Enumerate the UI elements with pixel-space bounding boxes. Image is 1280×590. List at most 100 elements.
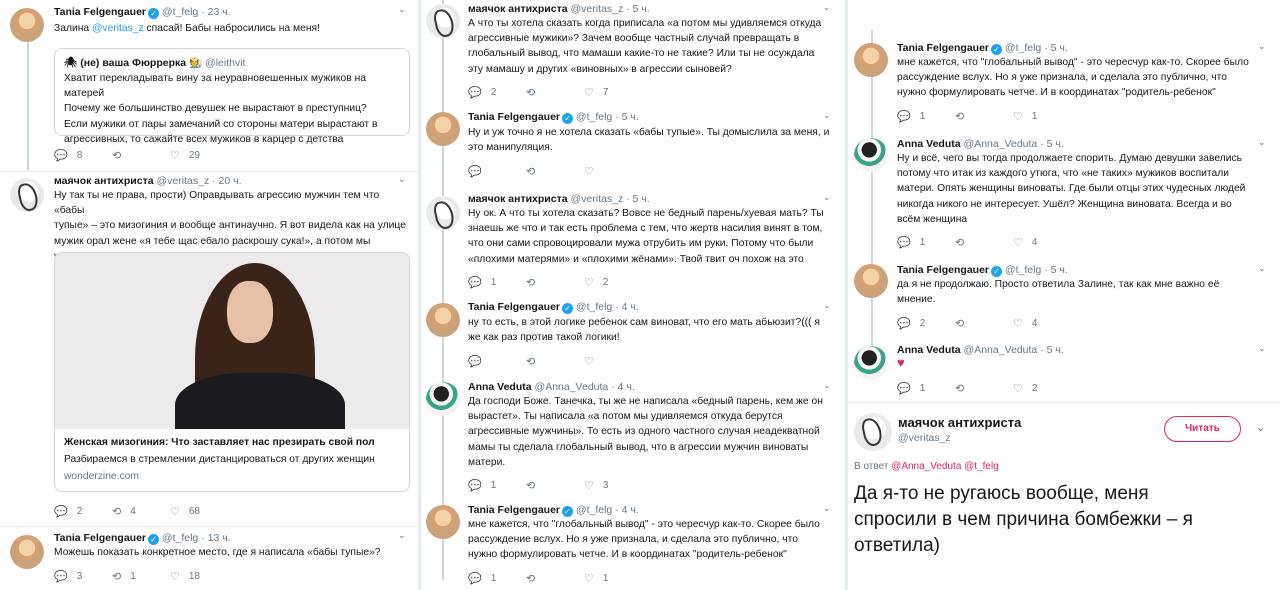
tweet[interactable]: Anna Veduta @Anna_Veduta · 5 ч. ⌄ Ну и в… [848, 130, 1280, 256]
author-name[interactable]: Tania Felgengauer [468, 111, 560, 123]
quoted-tweet[interactable]: 🕷 (не) ваша Фюррерка 🧑‍🌾 @leithvit Хвати… [54, 48, 410, 145]
avatar[interactable] [854, 413, 892, 451]
timestamp[interactable]: · 5 ч. [1044, 42, 1068, 54]
avatar[interactable] [854, 346, 888, 380]
timestamp[interactable]: · 5 ч. [1040, 138, 1064, 150]
timestamp[interactable]: · 13 ч. [201, 532, 230, 544]
tweet[interactable]: маячок антихриста @veritas_z · 20 ч. ⌄ Н… [0, 172, 418, 527]
author-handle[interactable]: @Anna_Veduta [535, 381, 609, 393]
author-handle[interactable]: @t_felg [576, 301, 612, 313]
tweet[interactable]: Tania Felgengauer ✓ @t_felg · 5 ч. ⌄ мне … [848, 37, 1280, 130]
timestamp[interactable]: · 5 ч. [626, 3, 650, 15]
avatar[interactable] [426, 505, 460, 539]
like-button[interactable]: ♡ 1 [584, 572, 642, 585]
author-name[interactable]: Anna Veduta [897, 344, 961, 356]
like-button[interactable]: ♡ 18 [170, 570, 228, 583]
timestamp[interactable]: · 5 ч. [1044, 264, 1068, 276]
avatar[interactable] [426, 382, 460, 416]
author-handle[interactable]: @t_felg [1005, 42, 1041, 54]
reply-button[interactable]: 💬 [468, 355, 526, 368]
like-button[interactable]: ♡ 4 [1013, 317, 1071, 330]
timestamp[interactable]: · 5 ч. [615, 111, 639, 123]
retweet-button[interactable]: ⟲ [526, 572, 584, 585]
chevron-down-icon[interactable]: ⌄ [823, 503, 831, 514]
avatar[interactable] [854, 264, 888, 298]
author-handle[interactable]: @Anna_Veduta [964, 344, 1038, 356]
chevron-down-icon[interactable]: ⌄ [823, 380, 831, 391]
avatar[interactable] [10, 8, 44, 42]
author-name[interactable]: маячок антихриста [898, 415, 1021, 430]
like-button[interactable]: ♡ 68 [170, 505, 228, 518]
reply-button[interactable]: 💬 1 [468, 276, 526, 289]
avatar[interactable] [426, 112, 460, 146]
author-handle[interactable]: @t_felg [162, 532, 198, 544]
retweet-button[interactable]: ⟲ 1 [112, 570, 170, 583]
author-name[interactable]: Tania Felgengauer [468, 504, 560, 516]
reply-button[interactable]: 💬 1 [897, 236, 955, 249]
reply-mentions[interactable]: @Anna_Veduta @t_felg [891, 461, 999, 472]
retweet-button[interactable]: ⟲ [955, 317, 1013, 330]
chevron-down-icon[interactable]: ⌄ [1258, 263, 1266, 274]
timestamp[interactable]: · 4 ч. [611, 381, 635, 393]
author-handle[interactable]: @t_felg [162, 6, 198, 18]
avatar[interactable] [426, 303, 460, 337]
like-button[interactable]: ♡ 29 [170, 149, 228, 162]
like-button[interactable]: ♡ 2 [584, 276, 642, 289]
tweet[interactable]: Anna Veduta @Anna_Veduta · 5 ч. ⌄ ♥ 💬 1 ⟲… [848, 338, 1280, 402]
author-name[interactable]: Anna Veduta [897, 138, 961, 150]
avatar[interactable] [854, 138, 888, 172]
reply-button[interactable]: 💬 3 [54, 570, 112, 583]
chevron-down-icon[interactable]: ⌄ [398, 530, 406, 541]
author-handle[interactable]: @t_felg [576, 504, 612, 516]
author-handle[interactable]: @veritas_z [157, 175, 210, 187]
reply-button[interactable]: 💬 1 [468, 479, 526, 492]
timestamp[interactable]: · 4 ч. [615, 301, 639, 313]
tweet[interactable]: Tania Felgengauer ✓ @t_felg · 13 ч. ⌄ Мож… [0, 527, 418, 590]
retweet-button[interactable]: ⟲ 4 [112, 505, 170, 518]
retweet-button[interactable]: ⟲ [526, 355, 584, 368]
author-handle[interactable]: @t_felg [576, 111, 612, 123]
avatar[interactable] [854, 43, 888, 77]
retweet-button[interactable]: ⟲ [955, 110, 1013, 123]
tweet[interactable]: Tania Felgengauer ✓ @t_felg · 4 ч. ⌄ мне … [421, 499, 845, 590]
retweet-button[interactable]: ⟲ [526, 479, 584, 492]
reply-button[interactable]: 💬 1 [468, 572, 526, 585]
like-button[interactable]: ♡ [584, 355, 642, 368]
chevron-down-icon[interactable]: ⌄ [398, 4, 406, 15]
retweet-button[interactable]: ⟲ [526, 86, 584, 99]
follow-button[interactable]: Читать [1164, 416, 1241, 442]
tweet[interactable]: Tania Felgengauer ✓ @t_felg · 4 ч. ⌄ ну т… [421, 298, 845, 378]
like-button[interactable]: ♡ 1 [1013, 110, 1071, 123]
chevron-down-icon[interactable]: ⌄ [1256, 421, 1265, 434]
author-handle[interactable]: @Anna_Veduta [964, 138, 1038, 150]
chevron-down-icon[interactable]: ⌄ [398, 174, 406, 185]
chevron-down-icon[interactable]: ⌄ [823, 110, 831, 121]
author-name[interactable]: Tania Felgengauer [897, 264, 989, 276]
link-card[interactable]: Женская мизогиния: Что заставляет нас пр… [54, 252, 410, 492]
chevron-down-icon[interactable]: ⌄ [1258, 343, 1266, 354]
mention-link[interactable]: @veritas_z [92, 23, 144, 34]
author-handle[interactable]: @veritas_z [571, 193, 624, 205]
main-tweet[interactable]: маячок антихриста @veritas_z Читать ⌄ В … [848, 402, 1280, 590]
reply-button[interactable]: 💬 1 [897, 382, 955, 395]
timestamp[interactable]: · 20 ч. [212, 175, 241, 187]
author-name[interactable]: маячок антихриста [54, 175, 154, 187]
like-button[interactable]: ♡ 3 [584, 479, 642, 492]
author-name[interactable]: Tania Felgengauer [897, 42, 989, 54]
timestamp[interactable]: · 4 ч. [615, 504, 639, 516]
author-handle[interactable]: @t_felg [1005, 264, 1041, 276]
timestamp[interactable]: · 5 ч. [1040, 344, 1064, 356]
like-button[interactable]: ♡ 2 [1013, 382, 1071, 395]
reply-button[interactable]: 💬 2 [468, 86, 526, 99]
like-button[interactable]: ♡ [584, 165, 642, 178]
author-name[interactable]: Tania Felgengauer [54, 532, 146, 544]
author-handle[interactable]: @veritas_z [571, 3, 624, 15]
timestamp[interactable]: · 5 ч. [626, 193, 650, 205]
chevron-down-icon[interactable]: ⌄ [1258, 137, 1266, 148]
reply-button[interactable]: 💬 2 [54, 505, 112, 518]
tweet[interactable]: Tania Felgengauer ✓ @t_felg · 5 ч. ⌄ да я… [848, 256, 1280, 338]
retweet-button[interactable]: ⟲ [955, 382, 1013, 395]
like-button[interactable]: ♡ 4 [1013, 236, 1071, 249]
chevron-down-icon[interactable]: ⌄ [823, 192, 831, 203]
avatar[interactable] [426, 4, 460, 38]
